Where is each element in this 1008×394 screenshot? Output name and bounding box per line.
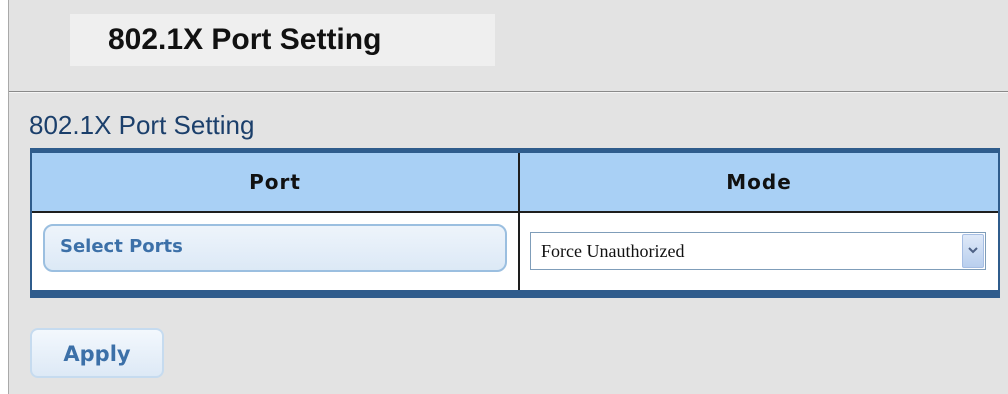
- page-title: 802.1X Port Setting: [108, 23, 382, 56]
- title-divider: [9, 91, 1008, 93]
- port-setting-table: Port Mode Select Ports Force Unauthorize…: [30, 148, 1000, 298]
- mode-select-value: Force Unauthorized: [541, 241, 685, 261]
- apply-button[interactable]: Apply: [30, 328, 164, 378]
- apply-label: Apply: [63, 342, 131, 366]
- table-body: Port Mode Select Ports Force Unauthorize…: [32, 153, 998, 290]
- page-title-box: 802.1X Port Setting: [70, 14, 495, 66]
- table-header-row: Port Mode: [32, 153, 998, 213]
- select-ports-label: Select Ports: [60, 236, 183, 257]
- page-content: 802.1X Port Setting 802.1X Port Setting …: [8, 0, 1008, 394]
- select-ports-button[interactable]: Select Ports: [43, 224, 507, 272]
- mode-dropdown-button[interactable]: [962, 234, 984, 268]
- mode-select[interactable]: Force Unauthorized: [530, 232, 986, 270]
- section-title: 802.1X Port Setting: [29, 110, 255, 140]
- chevron-down-icon: [968, 247, 978, 254]
- column-header-mode: Mode: [726, 170, 792, 194]
- column-divider: [518, 153, 520, 290]
- column-header-port: Port: [249, 170, 301, 194]
